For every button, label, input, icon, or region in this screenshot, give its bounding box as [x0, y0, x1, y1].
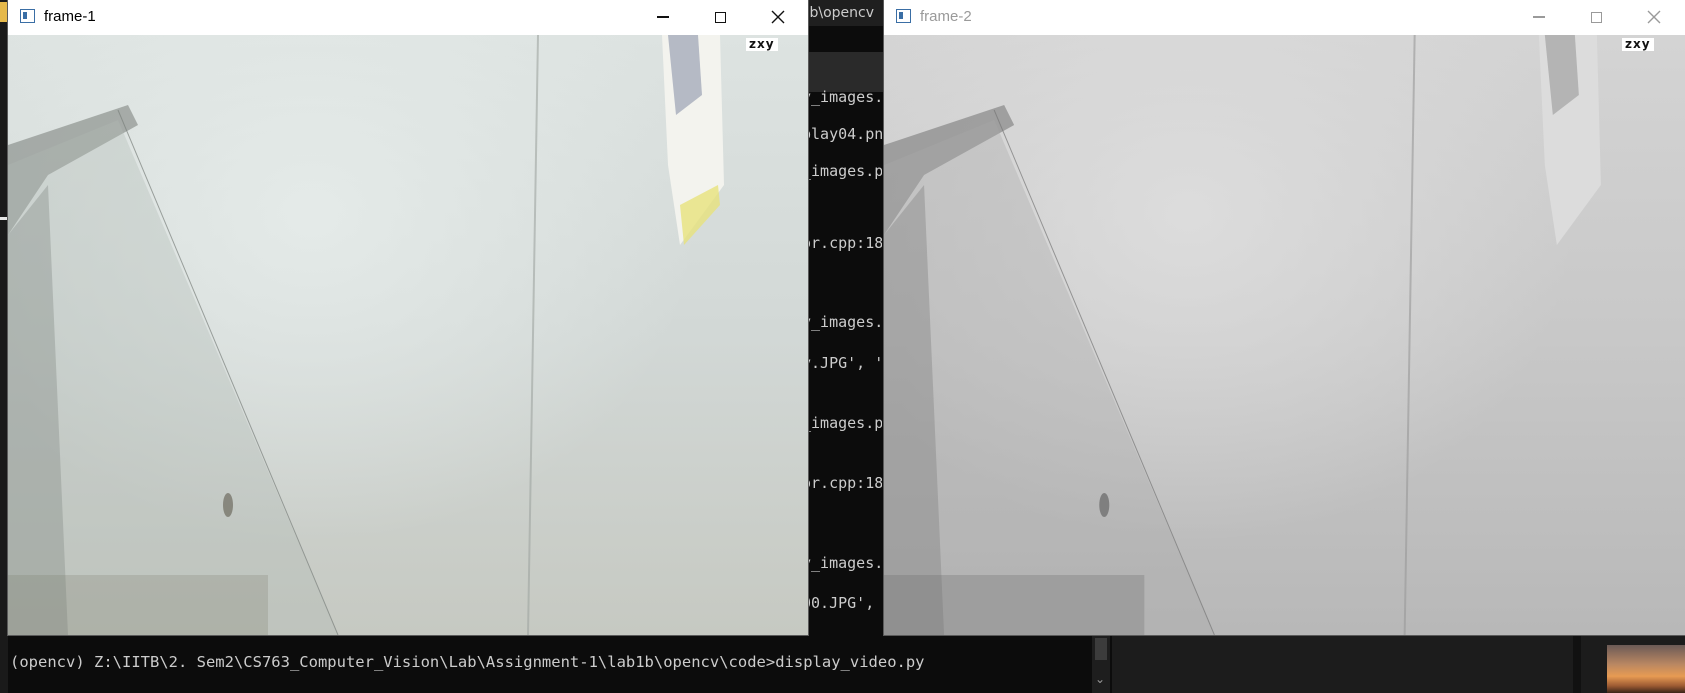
minimize-icon[interactable] — [640, 0, 686, 34]
console-line: or.cpp:18 — [802, 234, 882, 252]
window-title: frame-2 — [920, 8, 972, 25]
console-line: y_images. — [802, 554, 882, 572]
console-line: y_images. — [802, 313, 882, 331]
command-prompt[interactable]: (opencv) Z:\IITB\2. Sem2\CS763_Computer_… — [10, 653, 925, 671]
frame-1-window[interactable]: frame-1 zxy — [8, 0, 808, 635]
console-line: or.cpp:18 — [802, 474, 882, 492]
maximize-icon[interactable] — [697, 0, 743, 34]
window-title: frame-1 — [44, 8, 96, 25]
overlay-label: zxy — [746, 38, 778, 51]
console-line: play04.pn — [802, 125, 882, 143]
background-window-border — [1573, 634, 1581, 693]
edge-marker — [0, 217, 8, 220]
console-line: 00.JPG', — [802, 594, 875, 612]
wallpaper-thumbnail — [1607, 645, 1685, 693]
minimize-icon[interactable] — [1516, 0, 1562, 34]
console-line: y_images. — [802, 88, 882, 106]
console-line: _images.p — [802, 414, 882, 432]
window-titlebar[interactable]: frame-2 — [884, 0, 1685, 34]
frame-2-window[interactable]: frame-2 zxy — [884, 0, 1685, 635]
window-titlebar[interactable]: frame-1 — [8, 0, 808, 34]
folder-icon — [0, 2, 8, 22]
background-window-edge — [0, 0, 8, 693]
console-line: _images.p — [802, 162, 882, 180]
overlay-label: zxy — [1622, 38, 1654, 51]
scroll-down-icon[interactable]: ⌄ — [1095, 672, 1105, 686]
console-scrollbar[interactable]: ⌄ — [1092, 634, 1110, 693]
close-icon[interactable] — [755, 0, 801, 34]
opencv-window-icon — [896, 9, 911, 23]
scrollbar-thumb[interactable] — [1095, 638, 1107, 660]
video-frame-color: zxy — [8, 35, 808, 635]
frame-scene — [884, 35, 1601, 635]
maximize-icon[interactable] — [1573, 0, 1619, 34]
opencv-window-icon — [20, 9, 35, 23]
background-window — [1112, 634, 1685, 693]
close-icon[interactable] — [1631, 0, 1677, 34]
frame-scene — [8, 35, 724, 635]
console-line: y.JPG', ' — [802, 354, 882, 372]
video-frame-grayscale: zxy — [884, 35, 1685, 635]
